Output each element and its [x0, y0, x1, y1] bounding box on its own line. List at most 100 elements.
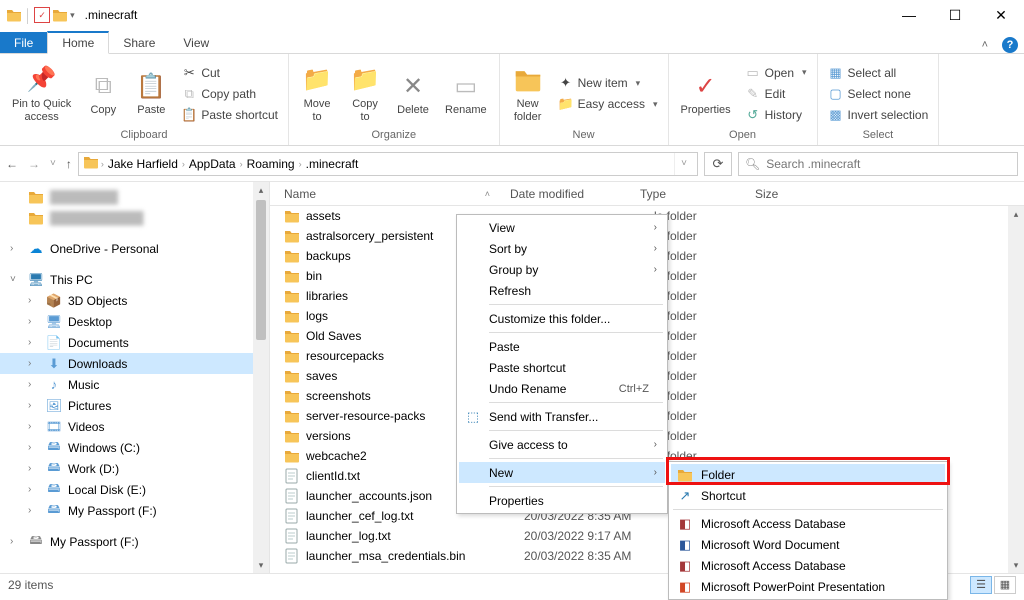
sub-ppt[interactable]: ◧Microsoft PowerPoint Presentation: [671, 576, 945, 597]
cut-button[interactable]: ✂Cut: [177, 64, 282, 82]
select-all-button[interactable]: ▦Select all: [824, 64, 933, 82]
refresh-button[interactable]: ⟳: [704, 152, 732, 176]
move-to-button[interactable]: 📁Move to: [295, 62, 339, 125]
drive-icon: 🖴: [28, 534, 44, 550]
sub-shortcut[interactable]: ↗Shortcut: [671, 485, 945, 506]
view-large-icons-button[interactable]: ▦: [994, 576, 1016, 594]
nav-item-documents[interactable]: ›📄Documents: [0, 332, 269, 353]
sub-word-doc[interactable]: ◧Microsoft Word Document: [671, 534, 945, 555]
properties-icon: ✓: [690, 70, 722, 102]
ctx-paste-shortcut[interactable]: Paste shortcut: [459, 357, 665, 378]
paste-button[interactable]: 📋 Paste: [129, 68, 173, 119]
copy-button[interactable]: ⧉ Copy: [81, 68, 125, 119]
column-headers[interactable]: Name˄ Date modified Type Size: [270, 182, 1024, 206]
easy-access-button[interactable]: 📁Easy access▾: [554, 95, 662, 113]
tab-view[interactable]: View: [169, 32, 223, 53]
edit-button[interactable]: ✎Edit: [741, 85, 811, 103]
nav-item-pictures[interactable]: ›🖼Pictures: [0, 395, 269, 416]
ctx-paste[interactable]: Paste: [459, 336, 665, 357]
ctx-send-transfer[interactable]: ⬚Send with Transfer...: [459, 406, 665, 427]
minimize-button[interactable]: —: [886, 0, 932, 30]
nav-scrollbar[interactable]: ▴ ▾: [253, 182, 269, 573]
qat-properties-icon[interactable]: ✓: [34, 7, 50, 23]
scroll-down-icon[interactable]: ▾: [1008, 557, 1024, 573]
address-bar-row: ← → ˅ ↑ › Jake Harfield› AppData› Roamin…: [0, 146, 1024, 182]
file-type: le folder: [654, 269, 769, 283]
ctx-give-access[interactable]: Give access to›: [459, 434, 665, 455]
open-button[interactable]: ▭Open▾: [741, 64, 811, 82]
folder-icon: [284, 348, 300, 364]
properties-button[interactable]: ✓Properties: [675, 68, 737, 119]
scroll-thumb[interactable]: [256, 200, 266, 340]
tab-file[interactable]: File: [0, 32, 47, 53]
nav-item-3d-objects[interactable]: ›📦3D Objects: [0, 290, 269, 311]
search-input[interactable]: [766, 157, 1011, 171]
view-details-button[interactable]: ☰: [970, 576, 992, 594]
nav-item-icon: ♪: [46, 377, 62, 393]
qat-dropdown-icon[interactable]: ▾: [70, 10, 75, 21]
up-button[interactable]: ↑: [66, 157, 72, 171]
qat-newfolder-icon[interactable]: [52, 7, 68, 23]
scroll-up-icon[interactable]: ▴: [1008, 206, 1024, 222]
close-button[interactable]: ✕: [978, 0, 1024, 30]
select-none-button[interactable]: ▢Select none: [824, 85, 933, 103]
scroll-up-icon[interactable]: ▴: [253, 182, 269, 198]
tab-share[interactable]: Share: [109, 32, 169, 53]
help-icon[interactable]: ?: [1002, 37, 1018, 53]
sub-access-db-2[interactable]: ◧Microsoft Access Database: [671, 555, 945, 576]
dropbox-icon: ⬚: [465, 409, 481, 425]
new-folder-button[interactable]: New folder: [506, 62, 550, 125]
col-name[interactable]: Name: [284, 187, 316, 201]
copy-path-button[interactable]: ⧉Copy path: [177, 85, 282, 103]
ctx-customize[interactable]: Customize this folder...: [459, 308, 665, 329]
recent-locations-button[interactable]: ˅: [50, 158, 56, 169]
forward-button[interactable]: →: [28, 157, 40, 171]
paste-shortcut-button[interactable]: 📋Paste shortcut: [177, 106, 282, 124]
ctx-view[interactable]: View›: [459, 217, 665, 238]
minimize-ribbon-icon[interactable]: ˄: [982, 39, 988, 51]
nav-item-windows-c-[interactable]: ›🖴Windows (C:): [0, 437, 269, 458]
nav-item-local-disk-e-[interactable]: ›🖴Local Disk (E:): [0, 479, 269, 500]
col-size[interactable]: Size: [755, 187, 1024, 201]
col-type[interactable]: Type: [640, 187, 755, 201]
ppt-icon: ◧: [677, 579, 693, 595]
scroll-down-icon[interactable]: ▾: [253, 557, 269, 573]
ctx-new[interactable]: New›: [459, 462, 665, 483]
nav-item-videos[interactable]: ›🎞Videos: [0, 416, 269, 437]
back-button[interactable]: ←: [6, 157, 18, 171]
ctx-refresh[interactable]: Refresh: [459, 280, 665, 301]
rename-button[interactable]: ▭Rename: [439, 68, 493, 119]
invert-selection-button[interactable]: ▩Invert selection: [824, 106, 933, 124]
maximize-button[interactable]: ☐: [932, 0, 978, 30]
nav-this-pc[interactable]: ˅🖥This PC: [0, 269, 269, 290]
pin-quick-access-button[interactable]: 📌 Pin to Quick access: [6, 62, 77, 125]
content-scrollbar[interactable]: ▴ ▾: [1008, 206, 1024, 573]
ctx-group-by[interactable]: Group by›: [459, 259, 665, 280]
ctx-properties[interactable]: Properties: [459, 490, 665, 511]
search-box[interactable]: 🔍︎: [738, 152, 1018, 176]
col-date[interactable]: Date modified: [510, 187, 640, 201]
tab-home[interactable]: Home: [47, 31, 109, 54]
nav-item-music[interactable]: ›♪Music: [0, 374, 269, 395]
address-dropdown-icon[interactable]: ˅: [674, 153, 693, 175]
ctx-undo[interactable]: Undo RenameCtrl+Z: [459, 378, 665, 399]
ctx-sort-by[interactable]: Sort by›: [459, 238, 665, 259]
nav-recent[interactable]: ████████: [0, 186, 269, 207]
app-icon: [6, 7, 22, 23]
copy-to-button[interactable]: 📁Copy to: [343, 62, 387, 125]
nav-item-my-passport-f-[interactable]: ›🖴My Passport (F:): [0, 500, 269, 521]
new-item-button[interactable]: ✦New item▾: [554, 74, 662, 92]
nav-item-downloads[interactable]: ›⬇Downloads: [0, 353, 269, 374]
word-icon: ◧: [677, 537, 693, 553]
sub-access-db[interactable]: ◧Microsoft Access Database: [671, 513, 945, 534]
nav-item-icon: 🖼: [46, 398, 62, 414]
nav-onedrive[interactable]: ›☁OneDrive - Personal: [0, 238, 269, 259]
nav-item-desktop[interactable]: ›🖥Desktop: [0, 311, 269, 332]
address-bar[interactable]: › Jake Harfield› AppData› Roaming› .mine…: [78, 152, 698, 176]
history-button[interactable]: ↺History: [741, 106, 811, 124]
nav-item-work-d-[interactable]: ›🖴Work (D:): [0, 458, 269, 479]
delete-button[interactable]: ✕Delete: [391, 68, 435, 119]
nav-recent[interactable]: ███████████: [0, 207, 269, 228]
nav-my-passport[interactable]: ›🖴My Passport (F:): [0, 531, 269, 552]
sub-folder[interactable]: Folder: [671, 464, 945, 485]
